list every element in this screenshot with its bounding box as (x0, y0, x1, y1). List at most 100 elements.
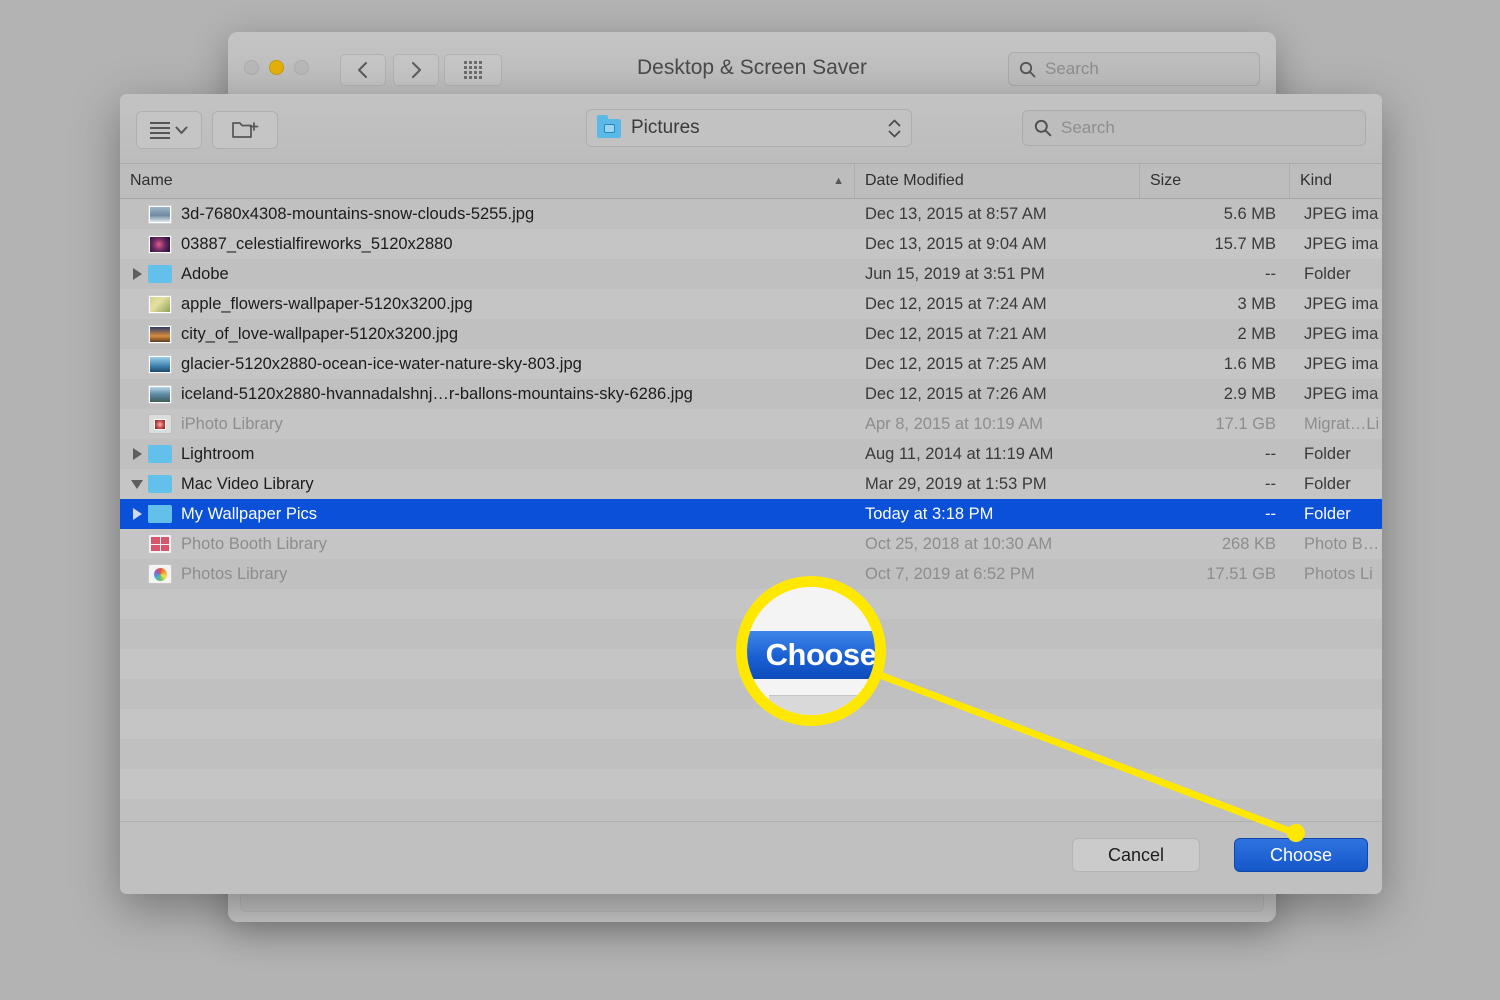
image-thumbnail-icon (148, 294, 172, 314)
cell-kind: JPEG ima (1304, 234, 1379, 253)
disclosure-triangle-collapsed-icon[interactable] (126, 508, 148, 520)
chevron-updown-icon (888, 119, 901, 138)
cell-size: -- (1265, 474, 1276, 493)
cell-date-modified: Oct 25, 2018 at 10:30 AM (865, 534, 1053, 553)
magnifier-callout: Choose (736, 576, 886, 726)
location-label: Pictures (631, 117, 700, 138)
cell-size: 15.7 MB (1214, 234, 1276, 253)
disclosure-triangle-expanded-icon[interactable] (126, 479, 148, 489)
file-name-label: iceland-5120x2880-hvannadalshnj…r-ballon… (181, 384, 693, 403)
cell-kind: Photo B… (1304, 534, 1380, 553)
cell-name: city_of_love-wallpaper-5120x3200.jpg (120, 324, 855, 344)
view-options-button[interactable] (136, 111, 202, 149)
cell-size: 5.6 MB (1223, 204, 1276, 223)
cell-size: -- (1265, 264, 1276, 283)
preferences-search-field[interactable]: Search (1008, 52, 1260, 86)
image-thumbnail-icon (148, 204, 172, 224)
choose-button[interactable]: Choose (1234, 838, 1368, 872)
file-name-label: city_of_love-wallpaper-5120x3200.jpg (181, 324, 459, 343)
table-row[interactable]: glacier-5120x2880-ocean-ice-water-nature… (120, 349, 1382, 379)
table-row[interactable]: Lightroom Aug 11, 2014 at 11:19 AM -- Folde… (120, 439, 1382, 469)
column-header-name-label: Name (130, 172, 173, 189)
cell-size: 17.51 GB (1206, 564, 1276, 583)
magnified-choose-label: Choose (765, 637, 877, 672)
magnifier-content: Choose (747, 587, 875, 715)
file-name-label: Photo Booth Library (181, 534, 327, 553)
folder-icon (148, 444, 172, 463)
cell-kind: JPEG ima (1304, 354, 1379, 373)
cell-kind: JPEG ima (1304, 384, 1379, 403)
column-header-name[interactable]: Name ▲ (120, 164, 855, 198)
cell-size: -- (1265, 444, 1276, 463)
disclosure-triangle-collapsed-icon[interactable] (126, 448, 148, 460)
cell-date-modified: Mar 29, 2019 at 1:53 PM (865, 474, 1047, 493)
dialog-footer: Cancel Choose (120, 821, 1382, 894)
file-name-label: Mac Video Library (181, 474, 314, 493)
file-name-label: 3d-7680x4308-mountains-snow-clouds-5255.… (181, 204, 535, 223)
table-row[interactable]: Adobe Jun 15, 2019 at 3:51 PM -- Folder (120, 259, 1382, 289)
table-row[interactable]: My Wallpaper Pics Today at 3:18 PM -- Folde… (120, 499, 1382, 529)
cell-size: 17.1 GB (1215, 414, 1276, 433)
table-row[interactable]: 03887_celestialfireworks_5120x2880 Dec 13… (120, 229, 1382, 259)
table-row[interactable]: Mac Video Library Mar 29, 2019 at 1:53 PM… (120, 469, 1382, 499)
cell-kind: JPEG ima (1304, 294, 1379, 313)
cancel-button[interactable]: Cancel (1072, 838, 1200, 872)
file-name-label: apple_flowers-wallpaper-5120x3200.jpg (181, 294, 473, 313)
file-name-label: 03887_celestialfireworks_5120x2880 (181, 234, 453, 253)
cell-name: 03887_celestialfireworks_5120x2880 (120, 234, 855, 254)
disclosure-triangle-collapsed-icon[interactable] (126, 268, 148, 280)
new-folder-button[interactable] (212, 111, 278, 149)
cell-size: 1.6 MB (1223, 354, 1276, 373)
cell-kind: Photos Li (1304, 564, 1373, 583)
table-row[interactable]: iPhoto Library Apr 8, 2015 at 10:19 AM 17.… (120, 409, 1382, 439)
cell-name: Mac Video Library (120, 474, 855, 494)
table-row[interactable]: Photos Library Oct 7, 2019 at 6:52 PM 17.5… (120, 559, 1382, 589)
file-list[interactable]: 3d-7680x4308-mountains-snow-clouds-5255.… (120, 199, 1382, 822)
cell-date-modified: Apr 8, 2015 at 10:19 AM (865, 414, 1043, 433)
file-name-label: glacier-5120x2880-ocean-ice-water-nature… (181, 354, 582, 373)
column-header-kind[interactable]: Kind (1290, 164, 1382, 198)
empty-row (120, 739, 1382, 769)
dialog-toolbar: Pictures Search (120, 94, 1382, 163)
cell-name: glacier-5120x2880-ocean-ice-water-nature… (120, 354, 855, 374)
folder-icon (148, 264, 172, 283)
image-thumbnail-icon (148, 354, 172, 374)
search-icon (1034, 119, 1052, 137)
image-thumbnail-icon (148, 234, 172, 254)
table-row[interactable]: apple_flowers-wallpaper-5120x3200.jpg Dec… (120, 289, 1382, 319)
cell-kind: Folder (1304, 474, 1351, 493)
column-header-size[interactable]: Size (1140, 164, 1290, 198)
cell-kind: Migrat…Li (1304, 414, 1380, 433)
new-folder-icon (232, 122, 259, 138)
cell-name: apple_flowers-wallpaper-5120x3200.jpg (120, 294, 855, 314)
photos-library-icon (148, 564, 172, 584)
table-row[interactable]: city_of_love-wallpaper-5120x3200.jpg Dec … (120, 319, 1382, 349)
table-row[interactable]: iceland-5120x2880-hvannadalshnj…r-ballon… (120, 379, 1382, 409)
cell-name: 3d-7680x4308-mountains-snow-clouds-5255.… (120, 204, 855, 224)
column-header-date[interactable]: Date Modified (855, 164, 1140, 198)
dialog-search-field[interactable]: Search (1022, 110, 1366, 146)
cell-kind: Folder (1304, 444, 1351, 463)
table-row[interactable]: 3d-7680x4308-mountains-snow-clouds-5255.… (120, 199, 1382, 229)
cell-size: 2.9 MB (1223, 384, 1276, 403)
pictures-folder-icon (597, 114, 621, 138)
folder-icon (148, 474, 172, 493)
search-icon (1019, 61, 1036, 77)
iphoto-library-icon (148, 414, 172, 434)
table-row[interactable]: Photo Booth Library Oct 25, 2018 at 10:30… (120, 529, 1382, 559)
cell-kind: Folder (1304, 264, 1351, 283)
cell-date-modified: Today at 3:18 PM (865, 504, 994, 523)
photo-booth-library-icon (148, 534, 172, 554)
cell-date-modified: Dec 12, 2015 at 7:21 AM (865, 324, 1047, 343)
cell-name: iPhoto Library (120, 414, 855, 434)
file-name-label: iPhoto Library (181, 414, 283, 433)
cell-kind: JPEG ima (1304, 204, 1379, 223)
file-name-label: Photos Library (181, 564, 288, 583)
dialog-search-placeholder: Search (1061, 118, 1115, 137)
magnified-choose-button: Choose (747, 631, 877, 679)
cell-name: iceland-5120x2880-hvannadalshnj…r-ballon… (120, 384, 855, 404)
cell-size: 2 MB (1237, 324, 1276, 343)
location-popup-button[interactable]: Pictures (586, 109, 912, 147)
cell-date-modified: Dec 12, 2015 at 7:26 AM (865, 384, 1047, 403)
image-thumbnail-icon (148, 384, 172, 404)
